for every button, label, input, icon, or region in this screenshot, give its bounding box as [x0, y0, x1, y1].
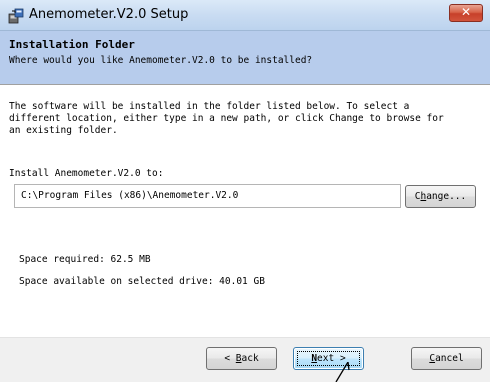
- cancel-button-label: ancel: [435, 353, 464, 364]
- back-button[interactable]: < Back: [206, 347, 277, 370]
- page-title: Installation Folder: [9, 38, 135, 51]
- space-required-text: Space required: 62.5 MB: [19, 254, 151, 265]
- cancel-button[interactable]: Cancel: [411, 347, 482, 370]
- page-subtitle: Where would you like Anemometer.V2.0 to …: [9, 55, 313, 66]
- install-path-input[interactable]: C:\Program Files (x86)\Anemometer.V2.0: [14, 184, 401, 208]
- change-button-label-post: ange...: [426, 191, 467, 202]
- close-icon: ✕: [460, 5, 472, 19]
- install-description: The software will be installed in the fo…: [9, 101, 444, 136]
- space-available-text: Space available on selected drive: 40.01…: [19, 276, 265, 287]
- back-arrow-icon: <: [224, 353, 231, 364]
- mouse-pointer-icon: [335, 362, 350, 382]
- installer-package-icon: [8, 8, 24, 24]
- button-bar-divider: [0, 337, 490, 338]
- back-button-label: ack: [241, 353, 259, 364]
- install-folder-label: Install Anemometer.V2.0 to:: [9, 168, 164, 179]
- change-button[interactable]: Change...: [405, 185, 476, 208]
- close-button[interactable]: ✕: [449, 4, 483, 22]
- setup-window: Anemometer.V2.0 Setup ✕ Installation Fol…: [0, 0, 490, 382]
- window-title: Anemometer.V2.0 Setup: [29, 7, 189, 22]
- title-bar[interactable]: Anemometer.V2.0 Setup ✕: [0, 0, 490, 31]
- header-banner: Installation Folder Where would you like…: [0, 31, 490, 85]
